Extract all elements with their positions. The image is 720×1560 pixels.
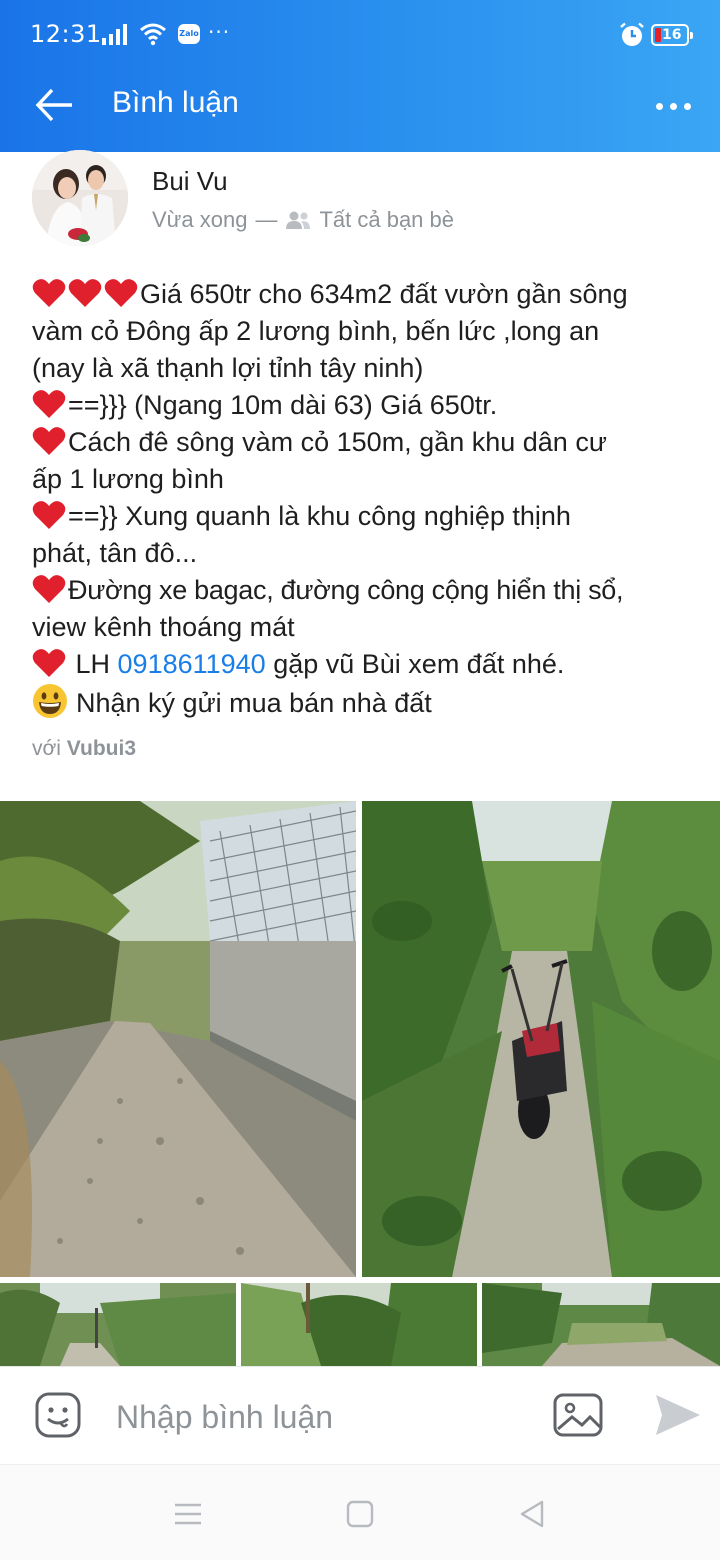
signal-icon	[102, 24, 127, 45]
privacy-label: Tất cả bạn bè	[319, 207, 455, 232]
post-photo[interactable]	[482, 1283, 720, 1366]
home-nav-icon[interactable]	[344, 1499, 376, 1529]
status-bar: 12:31 Zalo ··· 16	[0, 0, 720, 58]
post-text: gặp vũ Bùi xem đất nhé.	[265, 649, 565, 679]
post-line: ==}}} (Ngang 10m dài 63) Giá 650tr.	[32, 387, 702, 424]
sticker-emoji-icon[interactable]	[34, 1391, 82, 1439]
friends-icon	[286, 211, 311, 229]
phone-number-link[interactable]: 0918611940	[118, 649, 266, 679]
post-line: Nhận ký gửi mua bán nhà đất	[32, 683, 702, 722]
post-photo[interactable]	[0, 1283, 236, 1366]
avatar[interactable]	[32, 150, 128, 246]
post-photo[interactable]	[362, 801, 720, 1277]
author-name[interactable]: Bui Vu	[152, 166, 228, 197]
back-arrow-icon[interactable]	[30, 84, 78, 126]
heart-icon	[32, 649, 66, 677]
post-photo[interactable]	[241, 1283, 477, 1366]
post-photo[interactable]	[0, 801, 356, 1277]
battery-icon: 16	[651, 24, 693, 46]
post-text: Đường xe bagac, đường công cộng hiển thị…	[68, 575, 624, 605]
send-icon[interactable]	[654, 1393, 702, 1437]
more-notifications-icon: ···	[208, 20, 231, 44]
app-header: Bình luận	[0, 58, 720, 152]
comment-bar	[0, 1366, 720, 1464]
heart-icon	[32, 575, 66, 603]
status-time: 12:31	[30, 20, 102, 48]
alarm-icon	[620, 22, 644, 46]
post-line: Giá 650tr cho 634m2 đất vườn gần sông	[32, 276, 702, 313]
post-text: Nhận ký gửi mua bán nhà đất	[76, 688, 432, 718]
post-text: Cách đê sông vàm cỏ 150m, gần khu dân cư	[68, 427, 607, 457]
post-text: Giá 650tr cho 634m2 đất vườn gần sông	[140, 279, 628, 309]
post-line: phát, tân đô...	[32, 538, 198, 568]
post-text: ==}} Xung quanh là khu công nghiệp thịnh	[68, 501, 571, 531]
image-picker-icon[interactable]	[552, 1391, 604, 1439]
heart-icon	[32, 501, 66, 529]
zalo-notification-icon: Zalo	[178, 24, 200, 44]
post-line: view kênh thoáng mát	[32, 612, 295, 642]
post-text: ==}}} (Ngang 10m dài 63) Giá 650tr.	[68, 390, 498, 420]
wifi-icon	[140, 23, 166, 46]
comment-input[interactable]	[116, 1395, 516, 1439]
post-line: ==}} Xung quanh là khu công nghiệp thịnh	[32, 498, 702, 535]
post-line: Đường xe bagac, đường công cộng hiển thị…	[32, 572, 702, 609]
post-line: vàm cỏ Đông ấp 2 lương bình, bến lức ,lo…	[32, 316, 600, 346]
post-time: Vừa xong	[152, 207, 248, 232]
tagged-users: với Vubui3	[32, 737, 136, 761]
heart-icon	[32, 390, 66, 418]
heart-icon	[68, 279, 102, 307]
post-line: ấp 1 lương bình	[32, 464, 224, 494]
more-options-button[interactable]	[648, 94, 696, 118]
post-line: Cách đê sông vàm cỏ 150m, gần khu dân cư	[32, 424, 702, 461]
menu-nav-icon[interactable]	[172, 1499, 204, 1529]
with-label: với	[32, 737, 61, 760]
post-text: LH	[68, 649, 118, 679]
back-nav-icon[interactable]	[516, 1499, 548, 1529]
post-meta: Vừa xong — Tất cả bạn bè	[152, 207, 454, 233]
heart-icon	[32, 427, 66, 455]
page-title: Bình luận	[112, 86, 239, 119]
heart-icon	[32, 279, 66, 307]
battery-level: 16	[662, 27, 682, 43]
post-content: Giá 650tr cho 634m2 đất vườn gần sông và…	[32, 276, 702, 722]
heart-icon	[104, 279, 138, 307]
post-line: LH 0918611940 gặp vũ Bùi xem đất nhé.	[32, 646, 702, 683]
meta-separator: —	[255, 207, 278, 232]
system-navigation-bar	[0, 1464, 720, 1560]
tagged-user-link[interactable]: Vubui3	[67, 737, 136, 760]
grinning-face-icon	[33, 684, 67, 718]
post-line: (nay là xã thạnh lợi tỉnh tây ninh)	[32, 353, 424, 383]
